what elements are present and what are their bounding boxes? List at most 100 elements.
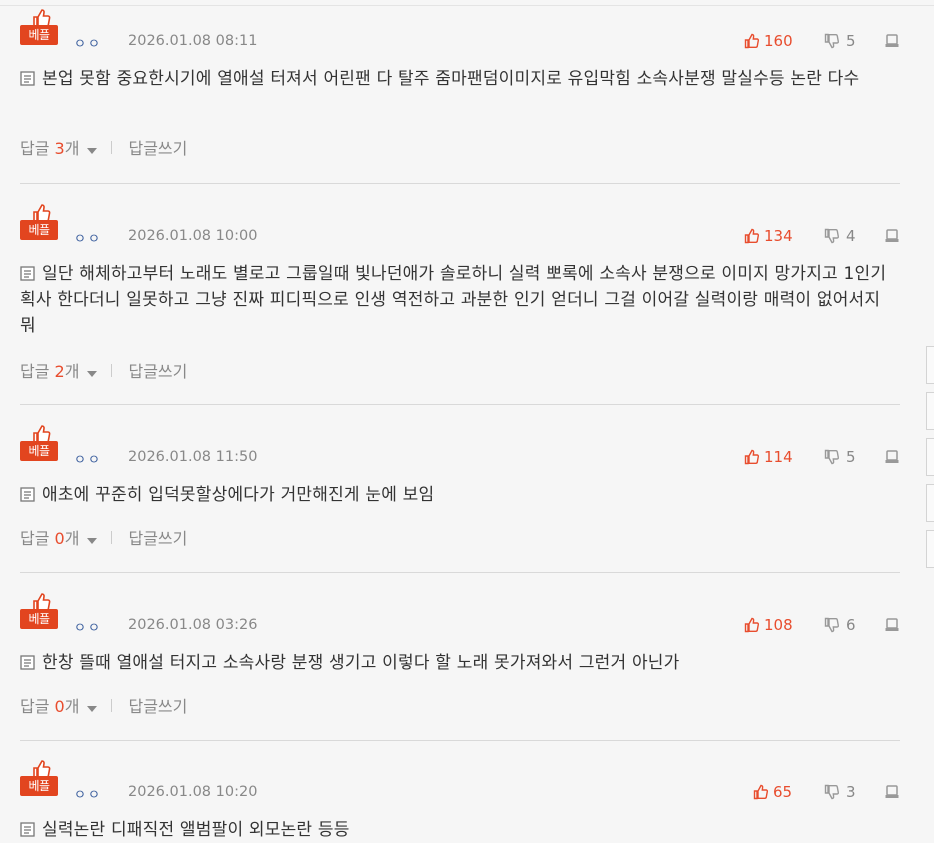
report-icon[interactable] — [884, 449, 900, 465]
divider — [111, 698, 113, 712]
comment-divider — [20, 740, 900, 741]
reply-count: 0 — [54, 529, 65, 548]
recommend-button[interactable]: 134 — [744, 227, 793, 245]
report-icon[interactable] — [884, 33, 900, 49]
comment-text-content: 실력논란 디패직전 앨범팔이 외모논란 등등 — [42, 820, 350, 840]
thumbs-down-icon — [824, 784, 840, 800]
not-recommend-button[interactable]: 6 — [824, 616, 856, 634]
reply-bar: 답글 0개 답글쓰기 — [20, 526, 187, 548]
thumbs-up-icon — [744, 33, 760, 49]
recommend-button[interactable]: 160 — [744, 32, 793, 50]
comment-author[interactable]: ㅇㅇ — [74, 784, 102, 803]
best-badge-label: 베플 — [20, 609, 58, 629]
reply-label: 답글 — [20, 529, 50, 548]
thumbs-up-icon — [753, 784, 769, 800]
comment-text: 실력논란 디패직전 앨범팔이 외모논란 등등 — [20, 817, 900, 843]
report-icon[interactable] — [884, 228, 900, 244]
thumbs-up-icon — [744, 228, 760, 244]
reply-unit: 개 — [64, 529, 80, 548]
memo-icon — [20, 487, 35, 502]
best-badge: 베플 — [20, 424, 58, 464]
recommend-count: 134 — [764, 227, 793, 245]
side-panel-tab[interactable] — [926, 484, 934, 522]
comment-item: 베플 ㅇㅇ 2026.01.08 10:20 65 3 실력논란 디패직전 앨범… — [20, 759, 900, 840]
not-recommend-count: 5 — [846, 32, 856, 50]
report-icon[interactable] — [884, 617, 900, 633]
reply-toggle[interactable]: 답글 2개 — [20, 358, 98, 382]
write-reply-button[interactable]: 답글쓰기 — [128, 525, 187, 549]
not-recommend-count: 6 — [846, 616, 856, 634]
comment-date: 2026.01.08 10:00 — [128, 228, 258, 244]
write-reply-button[interactable]: 답글쓰기 — [128, 693, 187, 717]
side-floating-panel — [926, 346, 934, 576]
not-recommend-button[interactable]: 4 — [824, 227, 856, 245]
best-badge: 베플 — [20, 8, 58, 48]
comment-author[interactable]: ㅇㅇ — [74, 617, 102, 636]
not-recommend-button[interactable]: 3 — [824, 783, 856, 801]
recommend-count: 108 — [764, 616, 793, 634]
divider — [111, 140, 113, 154]
not-recommend-button[interactable]: 5 — [824, 32, 856, 50]
not-recommend-button[interactable]: 5 — [824, 448, 856, 466]
reply-unit: 개 — [64, 139, 80, 158]
write-reply-button[interactable]: 답글쓰기 — [128, 358, 187, 382]
memo-icon — [20, 822, 35, 837]
reply-count: 0 — [54, 697, 65, 716]
comment-text-content: 애초에 꾸준히 입덕못할상에다가 거만해진게 눈에 보임 — [42, 485, 435, 505]
recommend-count: 114 — [764, 448, 793, 466]
side-panel-tab[interactable] — [926, 392, 934, 430]
recommend-button[interactable]: 108 — [744, 616, 793, 634]
divider — [111, 363, 113, 377]
report-icon[interactable] — [884, 784, 900, 800]
write-reply-button[interactable]: 답글쓰기 — [128, 135, 187, 159]
not-recommend-count: 3 — [846, 783, 856, 801]
comment-date: 2026.01.08 11:50 — [128, 449, 258, 465]
reply-unit: 개 — [64, 362, 80, 381]
divider — [111, 530, 113, 544]
reply-label: 답글 — [20, 697, 50, 716]
side-panel-tab[interactable] — [926, 438, 934, 476]
best-badge: 베플 — [20, 592, 58, 632]
not-recommend-count: 4 — [846, 227, 856, 245]
side-panel-tab[interactable] — [926, 346, 934, 384]
top-divider — [0, 5, 934, 6]
memo-icon — [20, 655, 35, 670]
reply-bar: 답글 0개 답글쓰기 — [20, 694, 187, 716]
best-badge-label: 베플 — [20, 776, 58, 796]
comment-text-content: 한창 뜰때 열애설 터지고 소속사랑 분쟁 생기고 이렇다 할 노래 못가져와서… — [42, 653, 680, 673]
best-badge: 베플 — [20, 203, 58, 243]
reply-bar: 답글 3개 답글쓰기 — [20, 136, 187, 158]
comment-author[interactable]: ㅇㅇ — [74, 449, 102, 468]
caret-down-icon — [87, 706, 98, 712]
comment-date: 2026.01.08 03:26 — [128, 617, 258, 633]
best-badge-label: 베플 — [20, 25, 58, 45]
memo-icon — [20, 266, 35, 281]
reply-toggle[interactable]: 답글 3개 — [20, 135, 98, 159]
comment-text: 본업 못함 중요한시기에 열애설 터져서 어린팬 다 탈주 줌마팬덤이미지로 유… — [20, 66, 900, 92]
comment-divider — [20, 572, 900, 573]
best-badge: 베플 — [20, 759, 58, 799]
caret-down-icon — [87, 538, 98, 544]
comment-item: 베플 ㅇㅇ 2026.01.08 03:26 108 6 한창 뜰때 열애설 터… — [20, 592, 900, 740]
comment-item: 베플 ㅇㅇ 2026.01.08 08:11 160 5 본업 못함 중요한시기… — [20, 8, 900, 184]
thumbs-down-icon — [824, 449, 840, 465]
not-recommend-count: 5 — [846, 448, 856, 466]
comment-text: 애초에 꾸준히 입덕못할상에다가 거만해진게 눈에 보임 — [20, 482, 900, 508]
thumbs-down-icon — [824, 228, 840, 244]
comment-author[interactable]: ㅇㅇ — [74, 33, 102, 52]
side-panel-tab[interactable] — [926, 530, 934, 568]
reply-toggle[interactable]: 답글 0개 — [20, 693, 98, 717]
reply-label: 답글 — [20, 362, 50, 381]
comment-author[interactable]: ㅇㅇ — [74, 228, 102, 247]
recommend-button[interactable]: 65 — [753, 783, 792, 801]
reply-toggle[interactable]: 답글 0개 — [20, 525, 98, 549]
comment-date: 2026.01.08 08:11 — [128, 33, 258, 49]
reply-count: 3 — [54, 139, 65, 158]
comment-text: 한창 뜰때 열애설 터지고 소속사랑 분쟁 생기고 이렇다 할 노래 못가져와서… — [20, 650, 900, 676]
comment-divider — [20, 404, 900, 405]
thumbs-down-icon — [824, 617, 840, 633]
thumbs-down-icon — [824, 33, 840, 49]
recommend-button[interactable]: 114 — [744, 448, 793, 466]
memo-icon — [20, 71, 35, 86]
reply-label: 답글 — [20, 139, 50, 158]
